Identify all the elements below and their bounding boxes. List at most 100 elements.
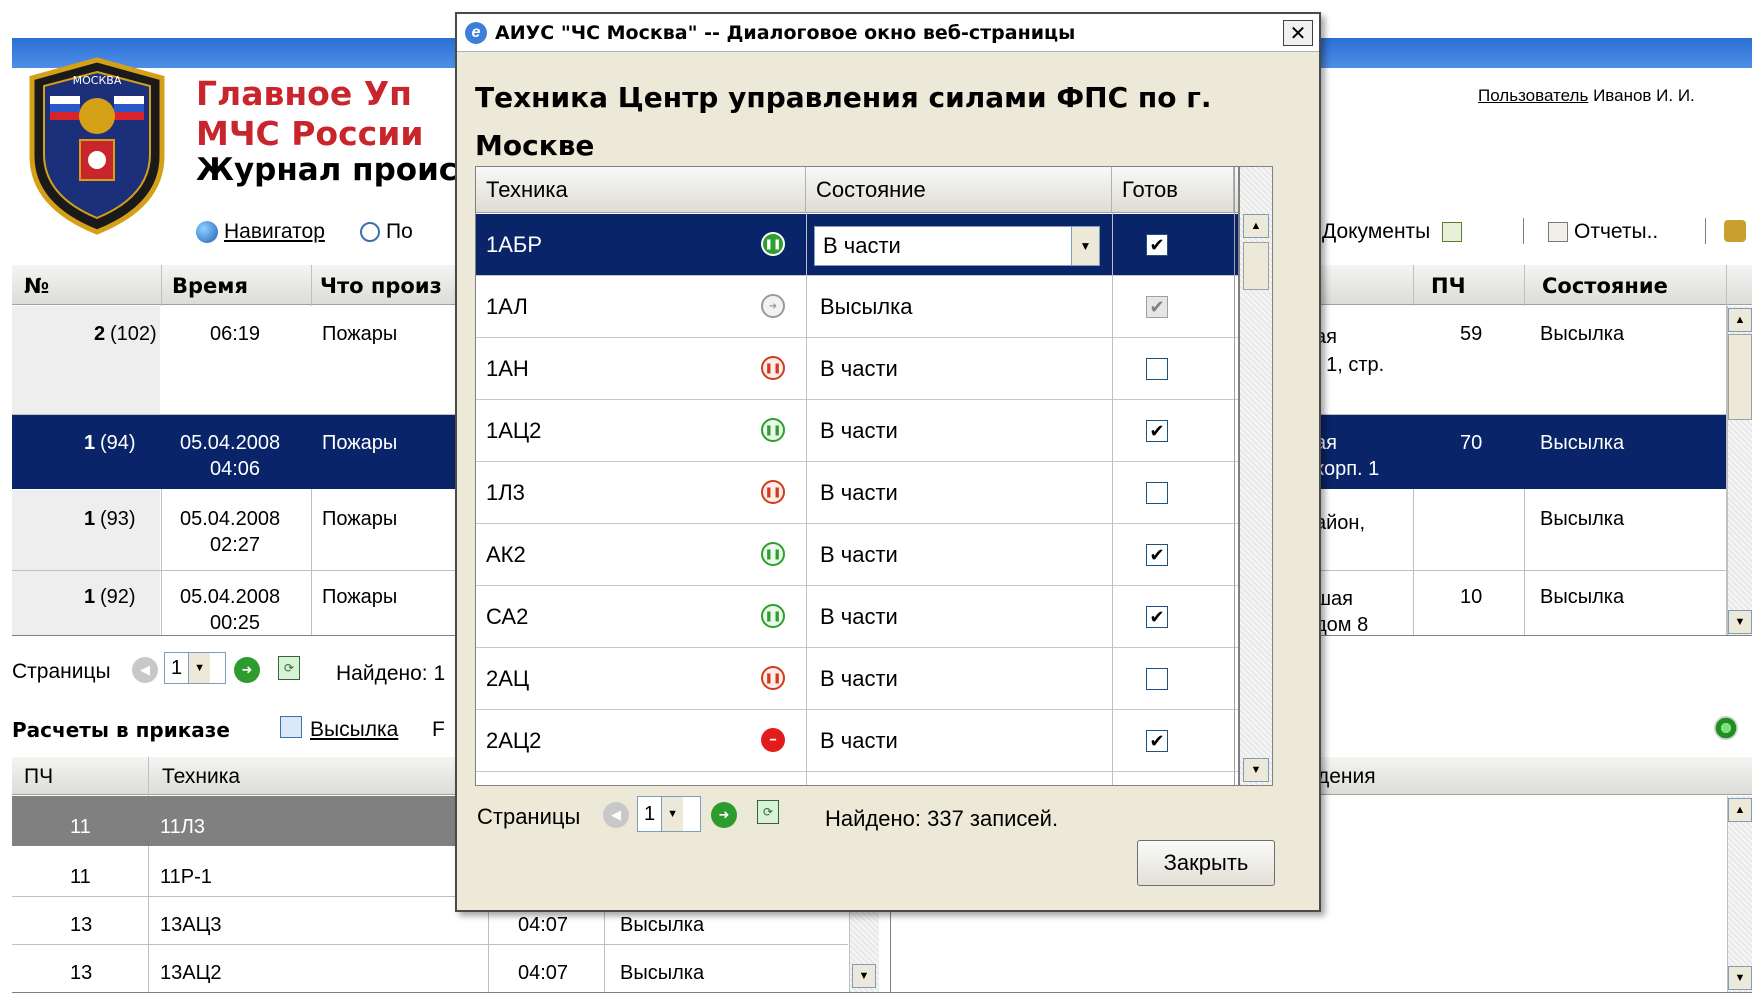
globe-icon [196,221,218,243]
next-page-icon[interactable]: ➜ [711,802,737,828]
close-icon[interactable]: ✕ [1283,20,1313,46]
ready-checkbox[interactable]: ✔ [1146,606,1168,628]
vehicle-name: СА2 [486,604,529,629]
col-ready[interactable]: Готов [1112,167,1234,213]
ready-checkbox[interactable]: ✔ [1146,730,1168,752]
prev-page-icon[interactable]: ◀ [132,657,158,683]
status-indicator-icon [1714,716,1738,740]
vehicle-row[interactable]: 1АЛ ➜ Высылка ✔ [476,276,1238,338]
status-arrow-icon: ➜ [761,294,785,318]
vehicle-row[interactable]: 1АН ❚❚ В части [476,338,1238,400]
refresh-icon[interactable]: ⟳ [278,656,300,680]
refresh-icon[interactable]: ⟳ [757,800,779,824]
info-scrollbar[interactable] [1727,796,1752,992]
col-tech[interactable]: Техника [476,167,806,213]
ready-checkbox[interactable] [1146,358,1168,380]
dispatch-button[interactable]: Высылка [310,718,398,742]
vehicle-state: В части [820,356,898,381]
orders-trailing: F [432,718,445,741]
vehicle-row[interactable]: 1Л3 ❚❚ В части [476,462,1238,524]
vehicle-state: В части [820,604,898,629]
col-what[interactable]: Что произ [320,274,442,298]
ready-checkbox[interactable]: ✔ [1146,544,1168,566]
row-pch: 10 [1460,586,1483,608]
scroll-up-button[interactable]: ▲ [1728,798,1752,822]
chevron-down-icon[interactable]: ▼ [661,797,684,831]
vehicle-name: АК2 [486,542,526,567]
app-subtitle: Журнал проис [196,152,458,188]
vehicles-dialog: e АИУС "ЧС Москва" -- Диалоговое окно ве… [455,12,1321,912]
scroll-down-button[interactable]: ▼ [1728,966,1752,990]
vehicle-name: 2АЦ2 [486,728,542,753]
status-pause-red-icon: ❚❚ [761,480,785,504]
pager-label: Страницы [12,660,111,683]
reports-label: Отчеты.. [1574,220,1659,243]
row-time: 04:06 [210,458,261,480]
ready-checkbox: ✔ [1146,296,1168,318]
navigator-button[interactable]: Навигатор [196,220,325,244]
page-select[interactable]: 1 ▼ [637,796,701,832]
scroll-up-button[interactable]: ▲ [1243,214,1269,238]
col-pch[interactable]: ПЧ [24,765,53,789]
vehicle-state: В части [820,542,898,567]
extra-tool-icon[interactable] [1724,220,1746,242]
vehicle-row[interactable]: 2АЦ2 ━ В части ✔ [476,710,1238,772]
row-pch: 59 [1460,323,1483,345]
scroll-up-button[interactable]: ▲ [1728,308,1752,332]
row-id: (92) [100,586,136,608]
page-value: 1 [644,802,656,825]
close-button[interactable]: Закрыть [1137,840,1275,886]
ready-checkbox[interactable]: ✔ [1146,234,1168,256]
row-pch: 70 [1460,432,1483,454]
scroll-thumb[interactable] [1243,242,1269,290]
vehicle-row[interactable]: 1АЦ2 ❚❚ В части ✔ [476,400,1238,462]
col-number[interactable]: № [24,274,49,298]
order-tech: 11Р-1 [160,866,212,888]
order-tech: 13АЦ3 [160,914,222,936]
row-id: (94) [100,432,136,454]
col-pch[interactable]: ПЧ [1431,274,1466,298]
ready-checkbox[interactable] [1146,668,1168,690]
next-page-icon[interactable]: ➜ [234,657,260,683]
scroll-down-button[interactable]: ▼ [1728,610,1752,634]
scroll-down-button[interactable]: ▼ [852,964,876,988]
vehicle-row-selected[interactable]: 1АБР ❚❚ В части ▼ ✔ [476,214,1238,276]
state-select[interactable]: В части ▼ [814,226,1100,266]
reports-button[interactable]: Отчеты.. [1548,220,1658,244]
orders-title: Расчеты в приказе [12,718,230,742]
col-state[interactable]: Состояние [806,167,1112,213]
search-button[interactable]: По [360,220,413,244]
navigator-label: Навигатор [224,220,325,243]
row-state: Высылка [1540,432,1625,454]
vehicle-row[interactable]: АК2 ❚❚ В части ✔ [476,524,1238,586]
svg-text:МОСКВА: МОСКВА [73,74,122,87]
chevron-down-icon[interactable]: ▼ [1071,227,1099,265]
user-info: Пользователь Иванов И. И. [1478,86,1695,106]
row-time: 00:25 [210,612,261,634]
ready-checkbox[interactable]: ✔ [1146,420,1168,442]
dialog-titlebar: e АИУС "ЧС Москва" -- Диалоговое окно ве… [457,14,1319,52]
found-count: Найдено: 1 [336,662,446,685]
page-value: 1 [171,656,183,679]
dialog-heading-line1: Техника Центр управления силами ФПС по г… [475,81,1212,114]
col-state[interactable]: Состояние [1542,274,1668,298]
vehicle-name: 1АЦ2 [486,418,542,443]
vehicle-row[interactable]: СА2 ❚❚ В части ✔ [476,586,1238,648]
col-time[interactable]: Время [172,274,248,298]
vehicle-name: 1АЛ [486,294,528,319]
documents-button[interactable]: Документы [1322,220,1463,244]
ready-checkbox[interactable] [1146,482,1168,504]
chevron-down-icon[interactable]: ▼ [188,653,211,683]
user-link[interactable]: Пользователь [1478,86,1588,105]
prev-page-icon[interactable]: ◀ [603,802,629,828]
row-id: (102) [110,323,157,345]
col-tech[interactable]: Техника [162,765,240,789]
dispatch-icon [280,716,302,738]
order-state: Высылка [620,962,705,984]
page-select[interactable]: 1 ▼ [164,652,226,684]
col-info[interactable]: дения [1317,765,1376,789]
order-time: 04:07 [518,962,569,984]
scroll-down-button[interactable]: ▼ [1243,758,1269,782]
scroll-thumb[interactable] [1728,334,1752,420]
vehicle-row[interactable]: 2АЦ ❚❚ В части [476,648,1238,710]
